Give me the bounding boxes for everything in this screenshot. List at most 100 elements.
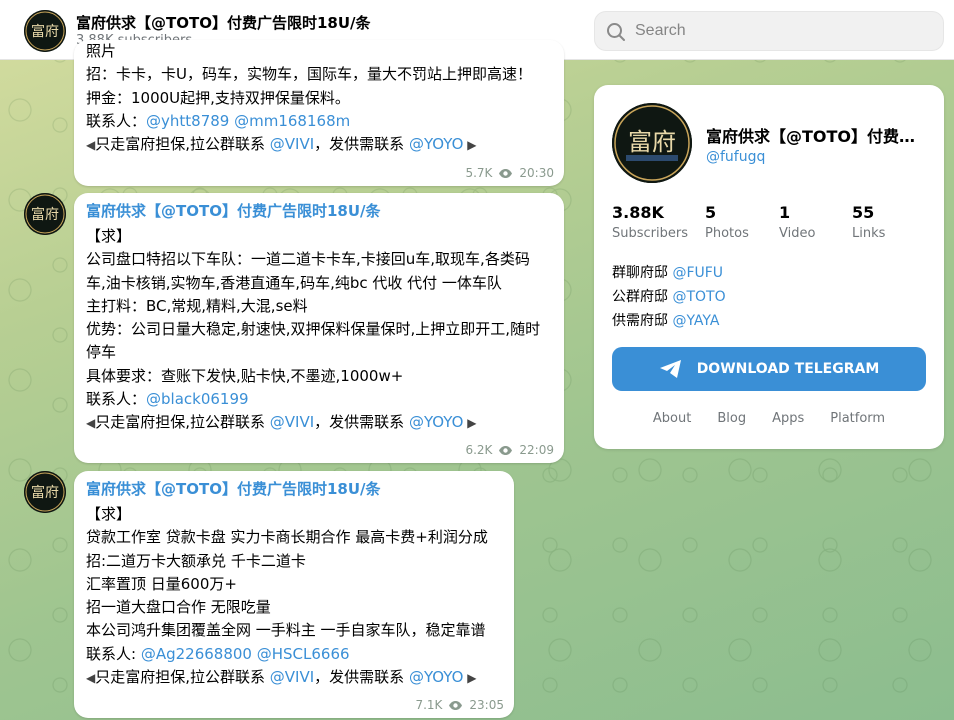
message-text: 车,油卡核销,实物车,香港直通车,码车,纯bc 代收 代付 一体车队 [86, 273, 502, 292]
search-input[interactable] [635, 12, 935, 50]
channel-avatar[interactable]: 富府 [24, 10, 66, 52]
download-label: DOWNLOAD TELEGRAM [696, 361, 880, 377]
handle-link[interactable]: @FUFU [672, 265, 723, 281]
mention-link[interactable]: @yhtt8789 [146, 112, 229, 130]
message-text: 招一道大盘口合作 无限吃量 [86, 598, 271, 617]
stat-label: Links [852, 226, 886, 241]
mention-link[interactable]: @YOYO [409, 668, 463, 686]
description-line: 供需府邸 @YAYA [612, 313, 720, 329]
view-count: 6.2K [465, 443, 493, 457]
download-telegram-button[interactable]: DOWNLOAD TELEGRAM [612, 347, 926, 391]
arrow-glyph: ◀ [86, 671, 96, 686]
search-icon [607, 23, 625, 41]
message-line: ◀只走富府担保,拉公群联系 @VIVI，发供需联系 @YOYO ▶ [86, 411, 552, 435]
footer-link-blog[interactable]: Blog [717, 411, 746, 426]
message-line: 停车 [86, 341, 552, 364]
message-line: 主打料：BC,常规,精料,大混,se料 [86, 295, 552, 318]
mention-link[interactable]: @HSCL6666 [257, 645, 350, 663]
message-text: 具体要求：查账下发快,贴卡快,不墨迹,1000w+ [86, 366, 404, 385]
view-count: 7.1K [415, 698, 443, 712]
message-text: ，发供需联系 [314, 413, 409, 432]
message-text: 停车 [86, 343, 117, 362]
eye-icon [499, 445, 513, 455]
description-line: 公群府邸 @TOTO [612, 289, 726, 305]
message-line: 车,油卡核销,实物车,香港直通车,码车,纯bc 代收 代付 一体车队 [86, 272, 552, 295]
mention-link[interactable]: @VIVI [270, 668, 314, 686]
panel-avatar: 富府 [612, 103, 692, 183]
message-text: ，发供需联系 [314, 668, 409, 687]
footer-link-about[interactable]: About [653, 411, 691, 426]
message-line: 招:二道万卡大额承兑 千卡二道卡 [86, 550, 502, 573]
arrow-glyph: ▶ [463, 138, 477, 153]
message-time: 23:05 [469, 698, 504, 712]
arrow-glyph: ◀ [86, 138, 96, 153]
mention-link[interactable]: @black06199 [146, 390, 249, 408]
avatar-logo-text: 富府 [31, 206, 59, 223]
mention-link[interactable]: @VIVI [270, 135, 314, 153]
message-bubble: 照片 招：卡卡，卡U，码车，实物车，国际车，量大不罚站上押即高速！ 押金：1000… [74, 40, 564, 186]
message-author[interactable]: 富府供求【@TOTO】付费广告限时18U/条 [86, 201, 552, 221]
stat-label: Subscribers [612, 226, 688, 241]
description-links: 群聊府邸 @FUFU 公群府邸 @TOTO 供需府邸 @YAYA [612, 261, 726, 333]
message-text: 招：卡卡，卡U，码车，实物车，国际车，量大不罚站上押即高速！ [86, 65, 532, 84]
channel-title[interactable]: 富府供求【@TOTO】付费广告限时18U/条 [76, 12, 371, 33]
message-text: 只走富府担保,拉公群联系 [95, 668, 270, 687]
message-text: 主打料：BC,常规,精料,大混,se料 [86, 296, 308, 315]
mention-link[interactable]: @YOYO [409, 135, 463, 153]
mention-link[interactable]: @YOYO [409, 413, 463, 431]
message-text: 押金：1000U起押,支持双押保量保料。 [86, 88, 350, 107]
stat-links[interactable]: 55 Links [852, 203, 885, 241]
stat-label: Photos [705, 226, 749, 241]
message-author[interactable]: 富府供求【@TOTO】付费广告限时18U/条 [86, 479, 502, 499]
message-text: 联系人: [86, 644, 141, 663]
mention-link[interactable]: @mm168168m [234, 112, 350, 130]
stat-video[interactable]: 1 Video [779, 203, 815, 241]
message-time: 20:30 [519, 166, 554, 180]
message-line: 招一道大盘口合作 无限吃量 [86, 596, 502, 619]
panel-title: 富府供求【@TOTO】付费广告限时18U/条 [706, 127, 931, 146]
partial-line: 照片 [86, 42, 117, 60]
stat-number: 55 [852, 203, 875, 222]
panel-handle[interactable]: @fufugq [706, 149, 765, 165]
view-count: 5.7K [465, 166, 493, 180]
message-text: 【求】 [86, 227, 132, 245]
arrow-glyph: ▶ [463, 416, 477, 431]
telegram-plane-icon [659, 360, 681, 378]
arrow-glyph: ▶ [463, 671, 477, 686]
message-line: 联系人: @Ag22668800 @HSCL6666 [86, 643, 502, 666]
channel-info-panel: 富府 富府供求【@TOTO】付费广告限时18U/条 @fufugq 3.88K … [594, 85, 944, 449]
message-text: 联系人： [86, 390, 147, 409]
description-line: 群聊府邸 @FUFU [612, 265, 724, 281]
handle-link[interactable]: @TOTO [672, 289, 725, 305]
message-bubble: 富府供求【@TOTO】付费广告限时18U/条 【求】贷款工作室 贷款卡盘 实力卡… [74, 471, 514, 718]
footer-link-platform[interactable]: Platform [830, 411, 885, 426]
message-line: 【求】 [86, 503, 502, 526]
stat-subscribers: 3.88K Subscribers [612, 203, 688, 241]
search-box[interactable] [594, 11, 944, 51]
message-line: 贷款工作室 贷款卡盘 实力卡商长期合作 最高卡费+利润分成 [86, 526, 502, 549]
message-text: 联系人： [86, 111, 147, 130]
message-avatar[interactable]: 富府 [24, 471, 66, 513]
message-line: 优势：公司日量大稳定,射速快,双押保料保量保时,上押立即开工,随时 [86, 318, 552, 341]
message-text: 【求】 [86, 505, 132, 523]
message-text: 本公司鸿升集团覆盖全网 一手料主 一手自家车队，稳定靠谱 [86, 621, 486, 640]
message-text: 贷款工作室 贷款卡盘 实力卡商长期合作 最高卡费+利润分成 [86, 528, 488, 547]
message-line: 汇率置顶 日量600万+ [86, 573, 502, 596]
mention-link[interactable]: @Ag22668800 [141, 645, 252, 663]
footer-links: About Blog Apps Platform [594, 411, 944, 426]
handle-link[interactable]: @YAYA [672, 313, 719, 329]
footer-link-apps[interactable]: Apps [772, 411, 804, 426]
message-text: 公司盘口特招以下车队：一道二道卡卡车,卡接回u车,取现车,各类码 [86, 250, 530, 269]
stat-number: 5 [705, 203, 717, 222]
eye-icon [499, 168, 513, 178]
message-line: 公司盘口特招以下车队：一道二道卡卡车,卡接回u车,取现车,各类码 [86, 248, 552, 271]
message-meta: 5.7K 20:30 [465, 166, 554, 180]
message-text: 只走富府担保,拉公群联系 [95, 135, 270, 154]
message-avatar[interactable]: 富府 [24, 193, 66, 235]
message-line: 【求】 [86, 225, 552, 248]
stat-label: Video [779, 226, 816, 241]
eye-icon [449, 700, 463, 710]
mention-link[interactable]: @VIVI [270, 413, 314, 431]
stat-photos[interactable]: 5 Photos [705, 203, 749, 241]
arrow-glyph: ◀ [86, 416, 96, 431]
